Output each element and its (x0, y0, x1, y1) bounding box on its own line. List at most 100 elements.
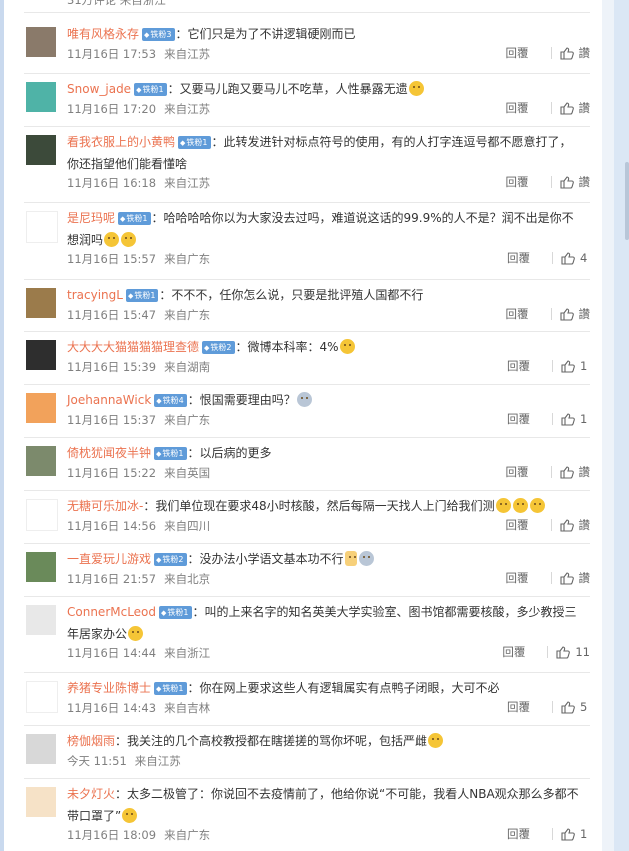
like-count[interactable]: 11 (575, 645, 590, 659)
reply-button[interactable]: 回覆 (506, 45, 529, 61)
like-icon[interactable] (561, 827, 575, 841)
comment-text: tracyingL ◆铁粉1 ：不不不，任你怎么说，只要是批评殖人国都不行 (67, 284, 583, 306)
reply-button[interactable]: 回覆 (506, 306, 529, 322)
comment-body: ：以后病的更多 (187, 446, 272, 460)
like-count[interactable]: 1 (580, 827, 590, 841)
fan-badge[interactable]: ◆铁粉1 (154, 447, 187, 460)
fan-badge[interactable]: ◆铁粉2 (154, 553, 187, 566)
reply-button[interactable]: 回覆 (507, 250, 530, 266)
like-count[interactable]: 5 (580, 700, 590, 714)
scrollbar-track[interactable] (602, 0, 614, 851)
like-icon[interactable] (561, 412, 575, 426)
like-icon[interactable] (561, 359, 575, 373)
like-count[interactable]: 1 (580, 359, 590, 373)
reply-button[interactable]: 回覆 (506, 517, 529, 533)
fan-badge[interactable]: ◆铁粉3 (142, 28, 175, 41)
username-link[interactable]: tracyingL (67, 288, 123, 302)
fan-badge[interactable]: ◆铁粉1 (134, 83, 167, 96)
smile-emoji-icon (339, 339, 355, 354)
username-link[interactable]: 大大大大猫猫猫猫理查德 (67, 340, 199, 354)
reply-button[interactable]: 回覆 (502, 644, 525, 660)
username-link[interactable]: 无糖可乐加冰- (67, 499, 143, 513)
reply-button[interactable]: 回覆 (506, 570, 529, 586)
avatar[interactable] (26, 552, 56, 582)
avatar[interactable] (26, 135, 56, 165)
username-link[interactable]: 养猪专业陈博士 (67, 681, 151, 695)
avatar[interactable] (26, 393, 56, 423)
like-icon[interactable] (556, 645, 571, 659)
like-count[interactable]: 讚 (579, 174, 591, 190)
avatar[interactable] (26, 734, 56, 764)
diamond-icon: ◆ (127, 292, 134, 300)
action-divider (550, 308, 552, 320)
like-icon[interactable] (559, 571, 574, 585)
comment-list: 31万评论 来自浙江 唯有风格永存 ◆铁粉3 ：它们只是为了不讲逻辑硬刚而已 11月1… (24, 0, 590, 851)
comment-actions: 回覆 讚 (506, 570, 591, 586)
fan-badge[interactable]: ◆铁粉4 (154, 394, 187, 407)
avatar[interactable] (26, 288, 56, 318)
fan-badge[interactable]: ◆铁粉1 (178, 136, 211, 149)
comment-source: 来自江苏 (164, 102, 211, 116)
avatar[interactable] (26, 82, 56, 112)
username-link[interactable]: 看我衣服上的小黄鸭 (67, 135, 175, 149)
comment-date: 11月16日 15:37 (67, 413, 157, 427)
like-count[interactable]: 讚 (579, 570, 591, 586)
comment-source: 来自广东 (164, 252, 211, 266)
like-count[interactable]: 1 (580, 412, 590, 426)
like-icon[interactable] (561, 700, 575, 714)
reply-button[interactable]: 回覆 (507, 826, 530, 842)
comment-meta: 11月16日 17:20 来自江苏 (67, 101, 210, 117)
username-link[interactable]: 唯有风格永存 (67, 27, 139, 41)
like-icon[interactable] (559, 101, 574, 115)
avatar[interactable] (26, 27, 56, 57)
reply-button[interactable]: 回覆 (506, 464, 529, 480)
like-count[interactable]: 讚 (579, 306, 591, 322)
avatar[interactable] (26, 340, 56, 370)
smile-emoji-icon (512, 498, 528, 513)
reply-button[interactable]: 回覆 (507, 358, 530, 374)
like-icon[interactable] (559, 465, 574, 479)
fan-badge[interactable]: ◆铁粉1 (118, 212, 151, 225)
like-count[interactable]: 4 (580, 251, 590, 265)
like-icon[interactable] (559, 46, 574, 60)
reply-button[interactable]: 回覆 (507, 699, 530, 715)
smile-emoji-icon (495, 498, 511, 513)
like-icon[interactable] (559, 307, 574, 321)
username-link[interactable]: 榜伽烟雨 (67, 734, 115, 748)
username-link[interactable]: 一直爱玩儿游戏 (67, 552, 151, 566)
reply-button[interactable]: 回覆 (506, 100, 529, 116)
comment-actions: 回覆 讚 (506, 517, 591, 533)
comment-actions: 回覆 讚 (506, 45, 591, 61)
reply-button[interactable]: 回覆 (507, 411, 530, 427)
username-link[interactable]: 是尼玛呢 (67, 211, 115, 225)
scrollbar-thumb[interactable] (625, 162, 629, 240)
username-link[interactable]: JoehannaWick (67, 393, 151, 407)
fan-badge[interactable]: ◆铁粉2 (202, 341, 235, 354)
like-count[interactable]: 讚 (579, 517, 591, 533)
avatar[interactable] (26, 605, 56, 635)
like-icon[interactable] (559, 175, 574, 189)
smile-emoji-icon (408, 81, 424, 96)
avatar[interactable] (26, 211, 58, 243)
username-link[interactable]: 倚枕犹闻夜半钟 (67, 446, 151, 460)
fan-badge[interactable]: ◆铁粉1 (159, 606, 192, 619)
comment-meta: 11月16日 21:57 来自北京 (67, 571, 210, 587)
like-icon[interactable] (561, 251, 575, 265)
avatar[interactable] (26, 446, 56, 476)
username-link[interactable]: ConnerMcLeod (67, 605, 156, 619)
avatar[interactable] (26, 787, 56, 817)
avatar[interactable] (26, 499, 58, 531)
fan-badge[interactable]: ◆铁粉1 (154, 682, 187, 695)
like-icon[interactable] (559, 518, 574, 532)
like-count[interactable]: 讚 (579, 464, 591, 480)
reply-button[interactable]: 回覆 (506, 174, 529, 190)
comment-item: tracyingL ◆铁粉1 ：不不不，任你怎么说，只要是批评殖人国都不行 11月16… (24, 279, 590, 332)
avatar[interactable] (26, 681, 58, 713)
username-link[interactable]: 未夕灯火 (67, 787, 115, 801)
like-count[interactable]: 讚 (579, 45, 591, 61)
fan-badge[interactable]: ◆铁粉1 (125, 289, 159, 302)
username-link[interactable]: Snow_jade (67, 82, 131, 96)
like-count[interactable]: 讚 (579, 100, 591, 116)
action-divider (550, 519, 552, 531)
comment-actions: 回覆 5 (507, 699, 590, 715)
